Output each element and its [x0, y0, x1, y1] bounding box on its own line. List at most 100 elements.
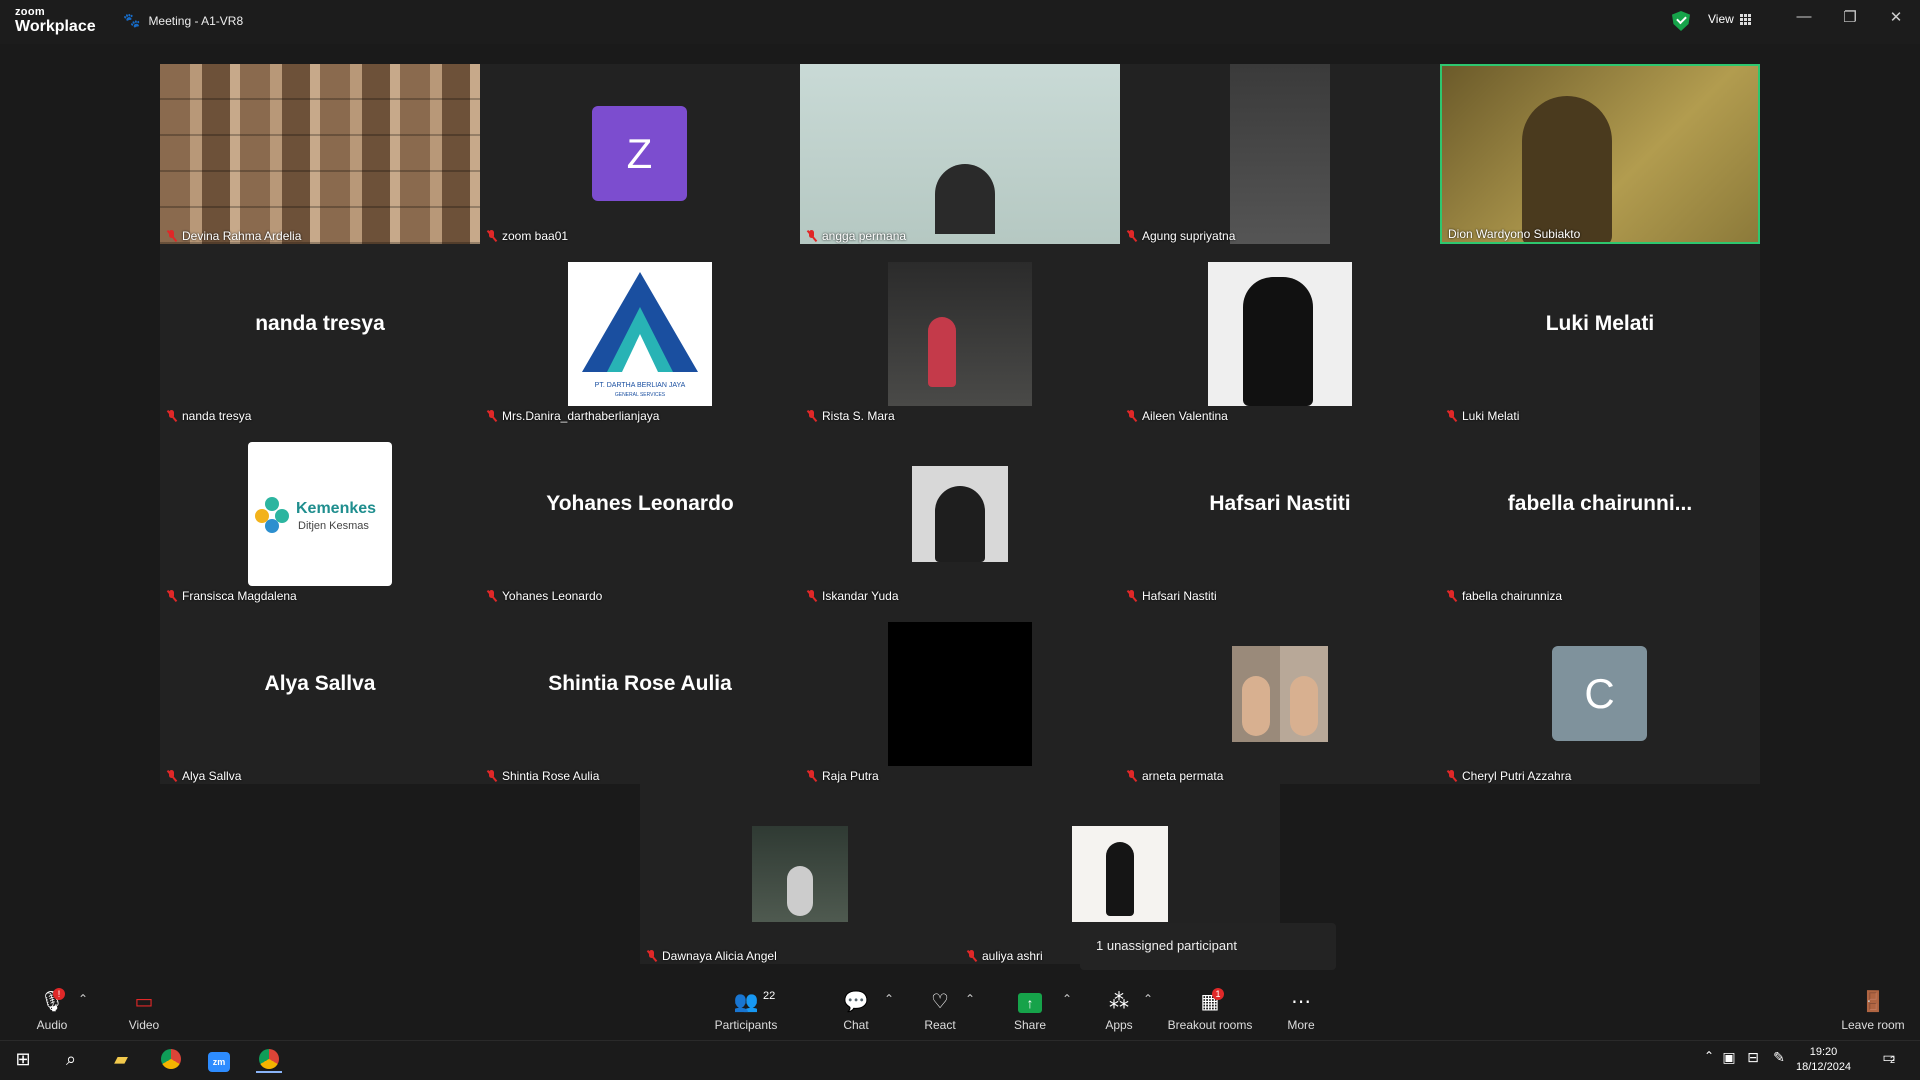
participant-tile[interactable]: C Cheryl Putri Azzahra: [1440, 604, 1760, 784]
meet-now-icon[interactable]: ▣: [1716, 1049, 1742, 1073]
participant-label: nanda tresya: [166, 409, 251, 423]
profile-photo: [912, 466, 1008, 562]
clock-date: 18/12/2024: [1796, 1061, 1852, 1073]
chat-options-caret[interactable]: ⌃: [884, 992, 894, 1006]
participant-label: Devina Rahma Ardelia: [166, 229, 301, 243]
participant-tile[interactable]: Rista S. Mara: [800, 244, 1120, 424]
participant-display-name: Luki Melati: [1545, 312, 1655, 335]
participant-label: angga permana: [806, 229, 906, 243]
mic-muted-icon: [806, 230, 817, 242]
participant-tile[interactable]: Raja Putra: [800, 604, 1120, 784]
meeting-title-text: Meeting - A1-VR8: [148, 13, 244, 28]
participant-tile[interactable]: nanda tresya nanda tresya: [160, 244, 480, 424]
apps-options-caret[interactable]: ⌃: [1143, 992, 1153, 1006]
participant-tile[interactable]: Agung supriyatna: [1120, 64, 1440, 244]
leave-room-button[interactable]: 🚪 Leave room: [1833, 990, 1913, 1032]
participant-tile[interactable]: arneta permata: [1120, 604, 1440, 784]
system-clock[interactable]: 19:20 18/12/2024: [1796, 1045, 1851, 1075]
breakout-rooms-button[interactable]: ▦ 1 Breakout rooms: [1160, 988, 1260, 1032]
company-logo: Kemenkes Ditjen Kesmas: [248, 442, 392, 586]
audio-options-caret[interactable]: ⌃: [78, 992, 88, 1006]
mic-muted-icon: [806, 590, 817, 602]
participant-tile[interactable]: Iskandar Yuda: [800, 424, 1120, 604]
profile-photo: [1208, 262, 1352, 406]
person-video: [1230, 64, 1330, 244]
person-video: [1522, 96, 1612, 242]
participant-label: Yohanes Leonardo: [486, 589, 602, 603]
participant-label: Mrs.Danira_darthaberlianjaya: [486, 409, 659, 423]
mic-muted-icon: [1126, 230, 1137, 242]
profile-photo: [888, 262, 1032, 406]
mic-muted-icon: [486, 770, 497, 782]
restore-icon[interactable]: ❐: [1836, 8, 1864, 26]
close-icon[interactable]: ✕: [1882, 8, 1910, 26]
participant-tile[interactable]: PT. DARTHA BERLIAN JAYA GENERAL SERVICES…: [480, 244, 800, 424]
mic-muted-icon: [806, 410, 817, 422]
participants-icon: 👥 22: [733, 990, 776, 1013]
search-icon[interactable]: ⌕: [58, 1049, 84, 1073]
participant-label: zoom baa01: [486, 229, 568, 243]
mic-muted-icon: [646, 950, 657, 962]
logo-subtext: GENERAL SERVICES: [614, 392, 666, 398]
notifications-icon[interactable]: ▭ 2: [1876, 1049, 1902, 1073]
person-figure: [1106, 842, 1134, 916]
participant-display-name: fabella chairunni...: [1507, 492, 1693, 515]
video-button[interactable]: ▭ Video: [109, 990, 179, 1032]
participants-button[interactable]: 👥 22 Participants: [711, 990, 781, 1032]
participant-tile[interactable]: Alya Sallva Alya Sallva: [160, 604, 480, 784]
pen-icon[interactable]: ✎: [1766, 1049, 1792, 1073]
logo-subtext: Ditjen Kesmas: [298, 520, 369, 532]
react-options-caret[interactable]: ⌃: [965, 992, 975, 1006]
chat-button[interactable]: 💬 Chat: [821, 990, 891, 1032]
participant-tile[interactable]: fabella chairunni... fabella chairunniza: [1440, 424, 1760, 604]
participant-display-name: nanda tresya: [255, 312, 385, 335]
share-button[interactable]: ↑ Share: [995, 990, 1065, 1032]
person-figure: [1290, 676, 1318, 736]
share-options-caret[interactable]: ⌃: [1062, 992, 1072, 1006]
participant-display-name: Shintia Rose Aulia: [548, 672, 732, 695]
participant-tile[interactable]: Hafsari Nastiti Hafsari Nastiti: [1120, 424, 1440, 604]
chrome-active-icon[interactable]: [256, 1049, 282, 1073]
person-figure: [928, 317, 956, 387]
participant-label: Hafsari Nastiti: [1126, 589, 1217, 603]
more-button[interactable]: ⋯ More: [1266, 990, 1336, 1032]
mic-muted-icon: [486, 230, 497, 242]
participant-tile[interactable]: Z zoom baa01: [480, 64, 800, 244]
mic-muted-icon: [486, 590, 497, 602]
profile-photo: [888, 622, 1032, 766]
participant-tile[interactable]: Yohanes Leonardo Yohanes Leonardo: [480, 424, 800, 604]
participant-tile[interactable]: Shintia Rose Aulia Shintia Rose Aulia: [480, 604, 800, 784]
windows-start-icon[interactable]: ⊞: [10, 1049, 36, 1073]
participant-tile[interactable]: Devina Rahma Ardelia: [160, 64, 480, 244]
chrome-icon[interactable]: [158, 1049, 184, 1073]
file-explorer-icon[interactable]: ▰: [108, 1049, 134, 1073]
participant-label: fabella chairunniza: [1446, 589, 1562, 603]
participant-tile[interactable]: Dawnaya Alicia Angel: [640, 784, 960, 964]
participant-tile-active-speaker[interactable]: Dion Wardyono Subiakto: [1440, 64, 1760, 244]
meeting-title[interactable]: 🐾 Meeting - A1-VR8: [123, 12, 243, 29]
logo-bottom-text: Workplace: [15, 18, 96, 35]
avatar: C: [1552, 646, 1647, 741]
participant-tile[interactable]: Aileen Valentina: [1120, 244, 1440, 424]
network-icon[interactable]: ⊟: [1740, 1049, 1766, 1073]
encryption-shield-icon[interactable]: [1672, 11, 1690, 31]
mic-muted-icon: [166, 230, 177, 242]
participant-tile[interactable]: Kemenkes Ditjen Kesmas Fransisca Magdale…: [160, 424, 480, 604]
chat-icon: 💬: [843, 991, 869, 1013]
zoom-app-icon[interactable]: zm: [206, 1049, 232, 1073]
clock-time: 19:20: [1809, 1046, 1838, 1058]
mic-muted-icon: [486, 410, 497, 422]
participant-tile[interactable]: Luki Melati Luki Melati: [1440, 244, 1760, 424]
participant-label: arneta permata: [1126, 769, 1223, 783]
profile-photo: [1072, 826, 1168, 922]
mic-muted-icon: [1446, 410, 1457, 422]
view-button[interactable]: View: [1708, 12, 1751, 26]
minimize-icon[interactable]: —: [1790, 8, 1818, 25]
participant-label: Luki Melati: [1446, 409, 1519, 423]
profile-photo: [752, 826, 848, 922]
audio-button[interactable]: 🎙! Audio: [17, 988, 87, 1032]
share-screen-icon: ↑: [995, 990, 1065, 1014]
participant-label: Agung supriyatna: [1126, 229, 1235, 243]
participant-tile[interactable]: angga permana: [800, 64, 1120, 244]
participant-display-name: Yohanes Leonardo: [546, 492, 734, 515]
